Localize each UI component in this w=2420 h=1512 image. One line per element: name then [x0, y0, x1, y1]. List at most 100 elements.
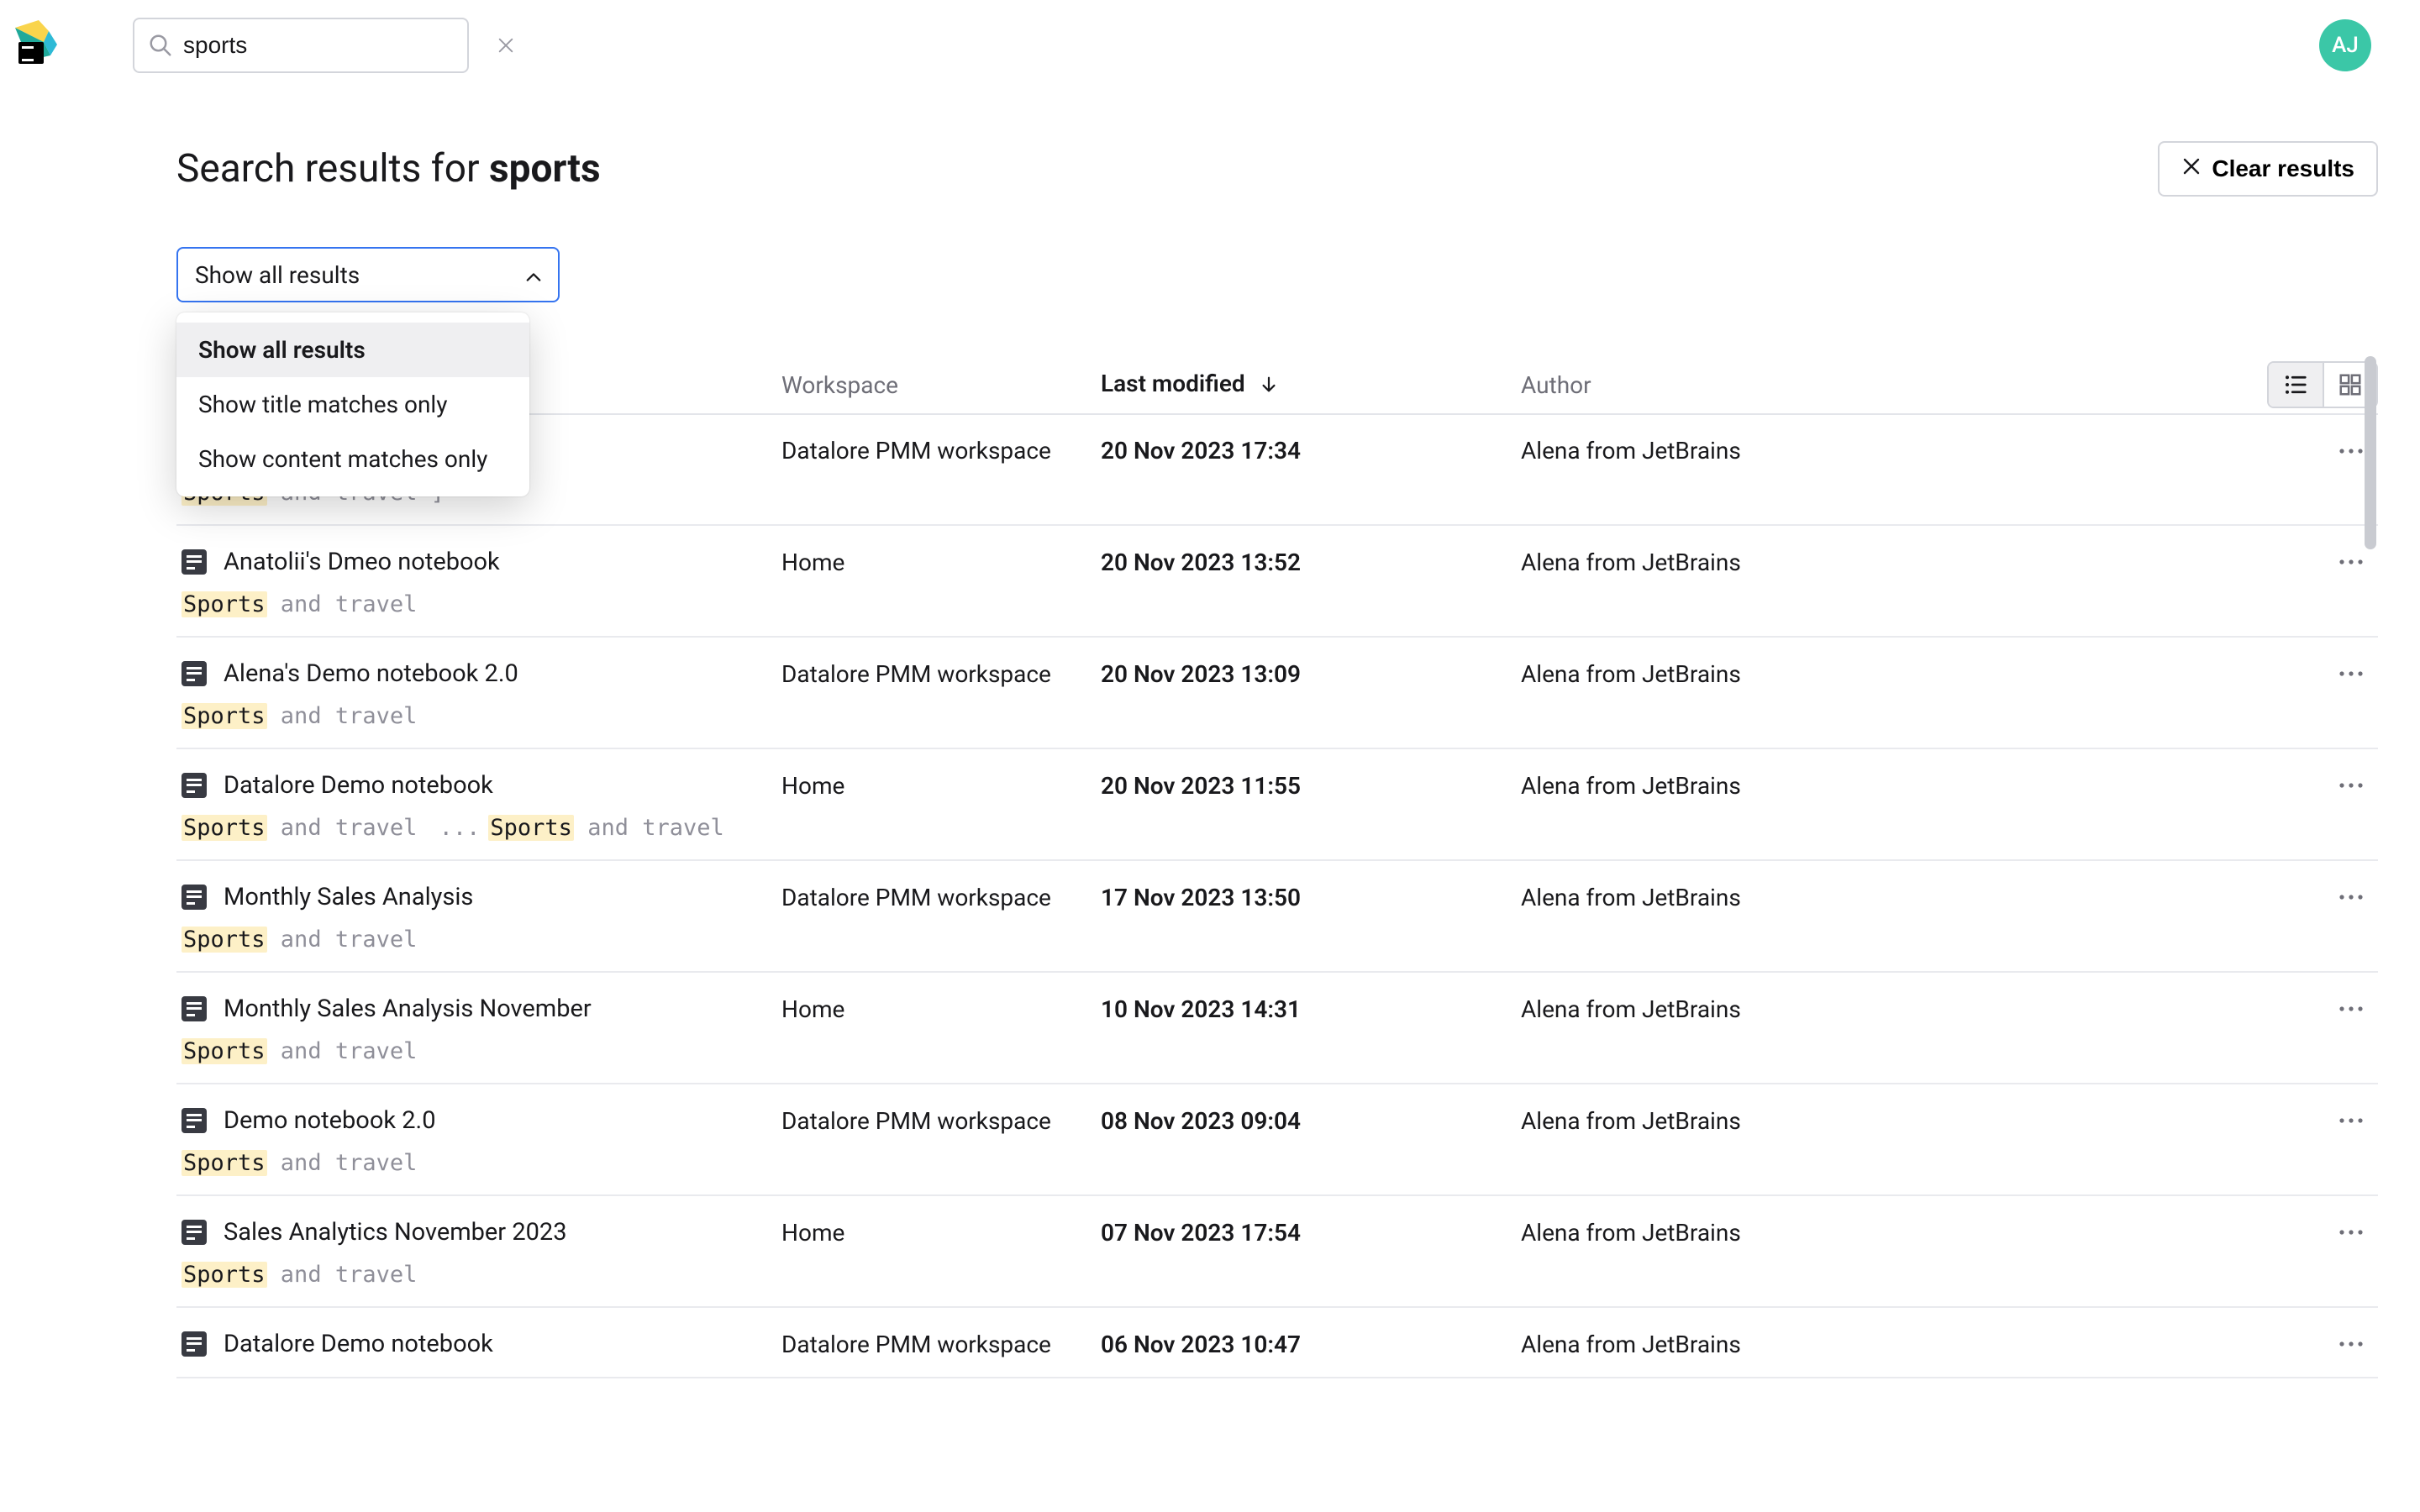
filter-option-label: Show title matches only [198, 391, 448, 418]
scrollbar-thumb[interactable] [2365, 356, 2376, 549]
filter-select[interactable]: Show all results [176, 247, 560, 302]
result-modified: 20 Nov 2023 17:34 [1101, 437, 1521, 465]
search-box[interactable] [133, 18, 469, 73]
column-workspace-label: Workspace [781, 371, 898, 399]
result-author: Alena from JetBrains [1521, 1331, 2333, 1358]
result-name: Alena's Demo notebook 2.0 [224, 659, 518, 688]
row-more-button[interactable] [2333, 670, 2370, 677]
content-area: Search results for sports Clear results … [71, 91, 2420, 1512]
highlight-term: Sports [182, 1038, 267, 1064]
datalore-logo[interactable] [10, 17, 60, 67]
column-workspace[interactable]: Workspace [781, 371, 1101, 399]
avatar-initials: AJ [2332, 33, 2359, 58]
highlight-term: Sports [488, 815, 574, 841]
result-modified: 20 Nov 2023 11:55 [1101, 772, 1521, 800]
result-name: Datalore Demo notebook [224, 771, 493, 800]
snippet-text: and travel [574, 815, 724, 841]
search-input[interactable] [183, 32, 487, 59]
result-author: Alena from JetBrains [1521, 995, 2333, 1023]
result-name: Anatolii's Dmeo notebook [224, 548, 500, 576]
result-row[interactable]: Datalore Demo notebook Datalore PMM work… [176, 1308, 2378, 1378]
column-last-modified[interactable]: Last modified [1101, 370, 1521, 399]
snippet-text: and travel [267, 591, 418, 617]
row-more-button[interactable] [2333, 1229, 2370, 1236]
result-name: Demo notebook 2.0 [224, 1106, 436, 1135]
result-modified: 07 Nov 2023 17:54 [1101, 1219, 1521, 1247]
result-snippet: Sports and travel ...Sports and travel [176, 815, 2378, 841]
highlight-term: Sports [182, 815, 267, 841]
result-author: Alena from JetBrains [1521, 772, 2333, 800]
notebook-icon [182, 549, 207, 575]
snippet-text: and travel [267, 1262, 418, 1288]
result-row[interactable]: Monthly Sales Analysis Datalore PMM work… [176, 861, 2378, 973]
result-name: Monthly Sales Analysis [224, 883, 473, 911]
result-snippet: Sports and travel [176, 1262, 2378, 1288]
result-author: Alena from JetBrains [1521, 437, 2333, 465]
row-more-button[interactable] [2333, 782, 2370, 789]
title-term: sports [489, 146, 601, 192]
view-list-button[interactable] [2269, 363, 2323, 407]
snippet-text: and travel [267, 703, 418, 729]
result-snippet: Sports and travel [176, 927, 2378, 953]
filter-dropdown: Show all results Show title matches only… [176, 312, 529, 496]
user-avatar[interactable]: AJ [2319, 19, 2371, 71]
notebook-icon [182, 996, 207, 1021]
heading-row: Search results for sports Clear results [176, 141, 2378, 197]
view-toggle [2267, 361, 2378, 408]
result-row[interactable]: Datalore Demo notebook Home 20 Nov 2023 … [176, 749, 2378, 861]
column-author[interactable]: Author [1521, 371, 2260, 399]
results-table: Name Workspace Last modified Author [176, 356, 2378, 1490]
result-row[interactable]: Demo notebook 2.0 Datalore PMM workspace… [176, 1084, 2378, 1196]
result-row[interactable]: Sales Analytics November 2023 Home 07 No… [176, 1196, 2378, 1308]
result-author: Alena from JetBrains [1521, 884, 2333, 911]
result-modified: 17 Nov 2023 13:50 [1101, 884, 1521, 911]
result-workspace: Datalore PMM workspace [781, 437, 1101, 465]
result-name: Monthly Sales Analysis November [224, 995, 592, 1023]
snippet-text: and travel [267, 1038, 418, 1064]
left-rail [0, 0, 71, 1512]
row-more-button[interactable] [2333, 1117, 2370, 1124]
result-workspace: Datalore PMM workspace [781, 1107, 1101, 1135]
clear-results-button[interactable]: Clear results [2158, 141, 2378, 197]
result-workspace: Datalore PMM workspace [781, 1331, 1101, 1358]
snippet-text: and travel [267, 927, 418, 953]
page-title: Search results for sports [176, 146, 601, 192]
row-more-button[interactable] [2333, 1005, 2370, 1012]
chevron-up-icon [526, 261, 541, 289]
filter-wrap: Show all results Show all results Show t… [176, 247, 2378, 302]
highlight-term: Sports [182, 1150, 267, 1176]
filter-option-label: Show all results [198, 336, 366, 364]
result-row[interactable]: Anatolii's Dmeo notebook Home 20 Nov 202… [176, 526, 2378, 638]
filter-selected-label: Show all results [195, 261, 360, 289]
result-snippet: Sports and travel [176, 1038, 2378, 1064]
highlight-term: Sports [182, 1262, 267, 1288]
row-more-button[interactable] [2333, 559, 2370, 565]
column-author-label: Author [1521, 371, 1591, 399]
search-icon [148, 33, 173, 58]
result-row[interactable]: Alena's Demo notebook 2.0 Datalore PMM w… [176, 638, 2378, 749]
filter-option-label: Show content matches only [198, 445, 487, 473]
filter-option-content[interactable]: Show content matches only [176, 432, 529, 486]
result-author: Alena from JetBrains [1521, 549, 2333, 576]
filter-option-all[interactable]: Show all results [176, 323, 529, 377]
row-more-button[interactable] [2333, 894, 2370, 900]
highlight-term: Sports [182, 703, 267, 729]
result-modified: 08 Nov 2023 09:04 [1101, 1107, 1521, 1135]
result-snippet: Sports and travel [176, 1150, 2378, 1176]
rows-container[interactable]: Datalore PMM workspace 20 Nov 2023 17:34… [176, 415, 2378, 1490]
result-workspace: Home [781, 1219, 1101, 1247]
header-bar: AJ [71, 0, 2420, 91]
search-clear-icon[interactable] [497, 36, 515, 55]
result-author: Alena from JetBrains [1521, 1219, 2333, 1247]
result-workspace: Datalore PMM workspace [781, 660, 1101, 688]
snippet-text: and travel [267, 1150, 418, 1176]
result-author: Alena from JetBrains [1521, 1107, 2333, 1135]
column-modified-label: Last modified [1101, 370, 1245, 397]
result-author: Alena from JetBrains [1521, 660, 2333, 688]
result-row[interactable]: Monthly Sales Analysis November Home 10 … [176, 973, 2378, 1084]
filter-option-title[interactable]: Show title matches only [176, 377, 529, 432]
title-prefix: Search results for [176, 146, 489, 192]
clear-results-label: Clear results [2212, 155, 2354, 182]
close-icon [2181, 155, 2202, 182]
row-more-button[interactable] [2333, 1341, 2370, 1347]
